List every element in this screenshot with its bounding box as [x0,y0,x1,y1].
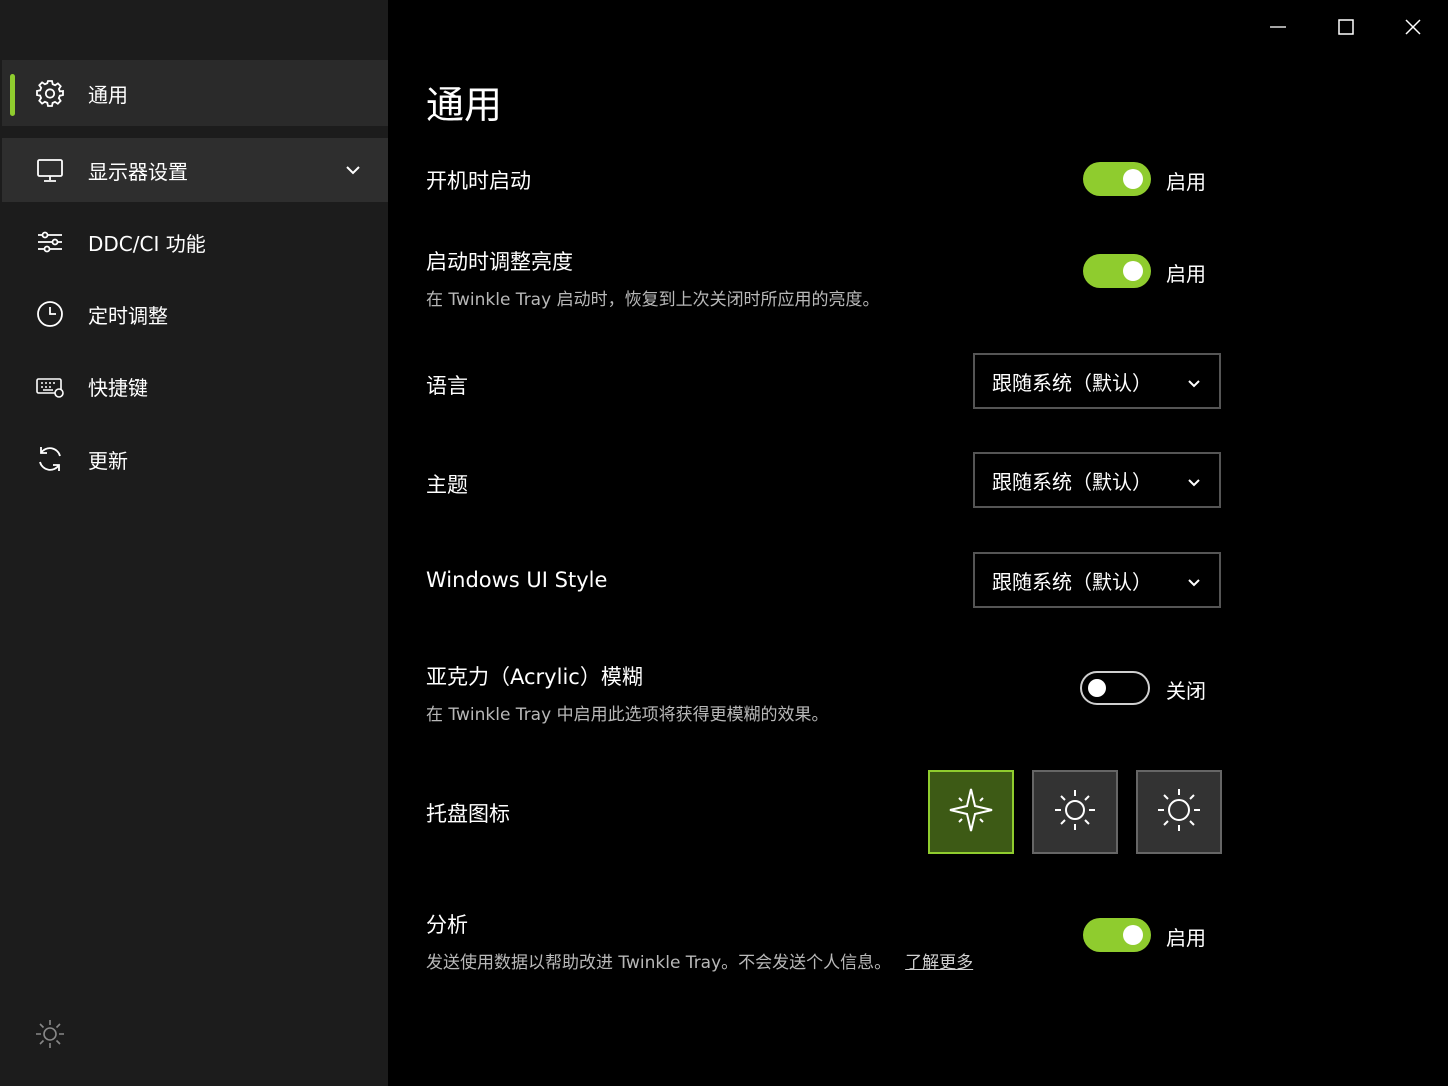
tray-icon-option-sun[interactable] [1032,770,1118,854]
sliders-icon [34,226,66,258]
gear-icon [34,77,66,109]
toggle-knob [1088,679,1106,697]
chevron-down-icon [1185,373,1203,397]
sidebar-item-label: 通用 [88,82,128,107]
analytics-description: 发送使用数据以帮助改进 Twinkle Tray。不会发送个人信息。 [426,953,892,973]
ui-style-label: Windows UI Style [426,568,608,592]
sidebar-item-hotkeys[interactable]: 快捷键 [2,353,388,419]
restore-brightness-toggle[interactable] [1083,254,1151,288]
startup-label: 开机时启动 [426,169,531,193]
sidebar-item-label: 显示器设置 [88,159,188,184]
theme-select-value: 跟随系统（默认） [992,469,1152,494]
sidebar: 通用 显示器设置 DDC/CI 功能 定时调整 快捷键 更新 [0,0,388,1086]
learn-more-link[interactable]: 了解更多 [905,953,973,973]
sun-outline-icon [1154,785,1204,839]
sidebar-item-label: 更新 [88,448,128,473]
monitor-icon [34,154,66,186]
analytics-toggle[interactable] [1083,918,1151,952]
active-indicator [10,74,15,116]
tray-icon-label: 托盘图标 [426,802,510,826]
startup-toggle[interactable] [1083,162,1151,196]
restore-brightness-toggle-state: 启用 [1166,262,1206,286]
toggle-knob [1123,925,1143,945]
ui-style-select-value: 跟随系统（默认） [992,569,1152,594]
clock-icon [34,298,66,330]
page-title: 通用 [426,83,503,127]
analytics-description-row: 发送使用数据以帮助改进 Twinkle Tray。不会发送个人信息。 了解更多 [426,948,973,973]
sidebar-item-general[interactable]: 通用 [2,60,388,126]
sidebar-item-label: DDC/CI 功能 [88,231,206,256]
toggle-knob [1123,261,1143,281]
acrylic-label: 亚克力（Acrylic）模糊 [426,665,643,689]
minimize-button[interactable] [1258,10,1298,44]
tray-icon-option-sparkle[interactable] [928,770,1014,854]
sidebar-item-monitor-settings[interactable]: 显示器设置 [2,138,388,202]
sidebar-item-label: 定时调整 [88,303,168,328]
close-button[interactable] [1393,10,1433,44]
chevron-down-icon [1185,572,1203,596]
acrylic-toggle[interactable] [1080,671,1150,705]
theme-select[interactable]: 跟随系统（默认） [973,452,1221,508]
analytics-toggle-state: 启用 [1166,926,1206,950]
chevron-down-icon [1185,472,1203,496]
language-select[interactable]: 跟随系统（默认） [973,353,1221,409]
sun-icon [1050,785,1100,839]
language-label: 语言 [426,374,468,398]
theme-label: 主题 [426,473,468,497]
maximize-button[interactable] [1326,10,1366,44]
chevron-down-icon[interactable] [344,160,362,184]
startup-toggle-state: 启用 [1166,170,1206,194]
acrylic-description: 在 Twinkle Tray 中启用此选项将获得更模糊的效果。 [426,705,829,725]
analytics-label: 分析 [426,913,468,937]
language-select-value: 跟随系统（默认） [992,370,1152,395]
sidebar-item-label: 快捷键 [88,375,148,400]
sidebar-item-updates[interactable]: 更新 [2,426,388,492]
restore-brightness-description: 在 Twinkle Tray 启动时，恢复到上次关闭时所应用的亮度。 [426,290,880,310]
main-content: 通用 开机时启动 启用 启动时调整亮度 在 Twinkle Tray 启动时，恢… [388,0,1448,1086]
sidebar-item-ddc-ci[interactable]: DDC/CI 功能 [2,209,388,275]
keyboard-icon [34,370,66,402]
refresh-icon [34,443,66,475]
sidebar-item-schedule[interactable]: 定时调整 [2,281,388,347]
sparkle-icon [946,785,996,839]
ui-style-select[interactable]: 跟随系统（默认） [973,552,1221,608]
restore-brightness-label: 启动时调整亮度 [426,250,573,274]
toggle-knob [1123,169,1143,189]
sun-icon[interactable] [34,1018,66,1054]
tray-icon-option-sun-outline[interactable] [1136,770,1222,854]
acrylic-toggle-state: 关闭 [1166,679,1206,703]
